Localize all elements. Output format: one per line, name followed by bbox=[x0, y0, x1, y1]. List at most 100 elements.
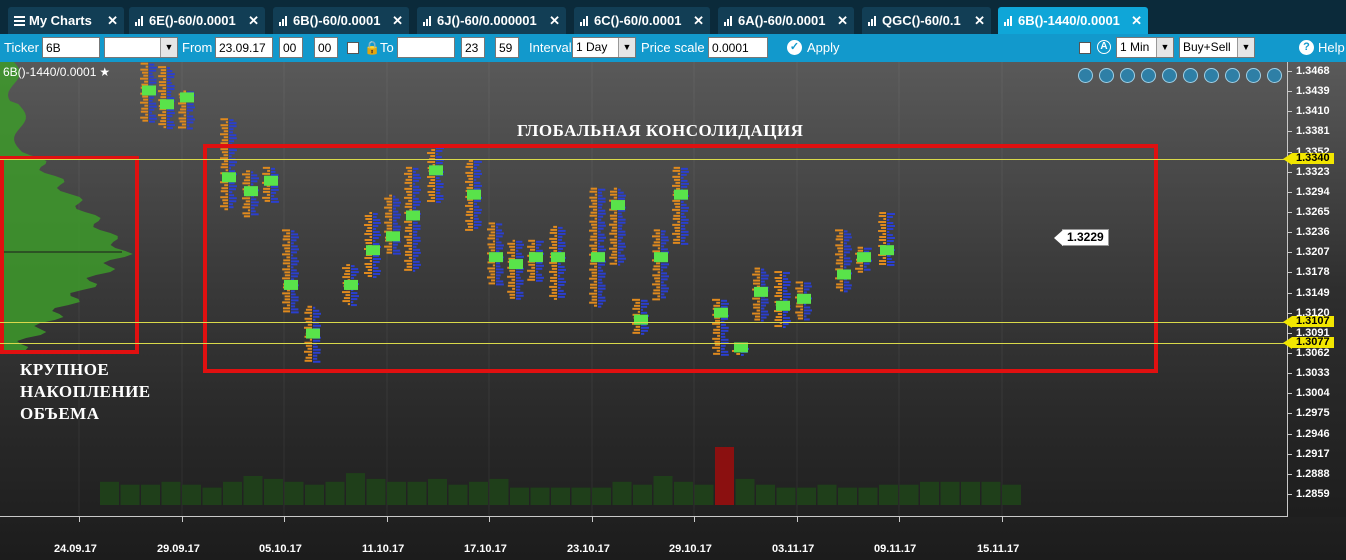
volume-bar bbox=[612, 481, 632, 505]
close-icon[interactable]: ✕ bbox=[693, 13, 704, 29]
bid-level bbox=[142, 119, 148, 122]
chevron-down-icon[interactable]: ▼ bbox=[160, 38, 177, 57]
close-icon[interactable]: ✕ bbox=[107, 13, 118, 29]
close-icon[interactable]: ✕ bbox=[392, 13, 403, 29]
timeframe-select[interactable]: 1 Min ▼ bbox=[1116, 37, 1174, 58]
volume-bar bbox=[120, 484, 140, 505]
close-icon[interactable]: ✕ bbox=[549, 13, 560, 29]
interval-select[interactable]: 1 Day ▼ bbox=[572, 37, 636, 58]
tab-my-charts[interactable]: My Charts ✕ bbox=[8, 7, 124, 34]
refresh-icon[interactable] bbox=[1183, 68, 1198, 83]
help-link[interactable]: Help bbox=[1318, 40, 1345, 55]
footprint-candle[interactable] bbox=[158, 66, 175, 130]
from-hour-input[interactable] bbox=[279, 37, 303, 58]
volume-bar bbox=[530, 487, 550, 505]
to-hour-input[interactable] bbox=[461, 37, 485, 58]
chevron-down-icon[interactable]: ▼ bbox=[1156, 38, 1173, 57]
tab-6j-60[interactable]: 6J()-60/0.000001 ✕ bbox=[417, 7, 566, 34]
apply-button[interactable]: Apply bbox=[807, 40, 840, 55]
settings-icon[interactable] bbox=[1204, 68, 1219, 83]
to-minute-input[interactable] bbox=[495, 37, 519, 58]
bid-level bbox=[181, 123, 186, 126]
price-tick-mark bbox=[1287, 71, 1292, 72]
bid-level bbox=[223, 136, 228, 139]
close-icon[interactable]: ✕ bbox=[974, 13, 985, 29]
bid-level bbox=[220, 124, 228, 127]
ask-level bbox=[187, 124, 190, 127]
volume-bar bbox=[735, 478, 755, 505]
price-scale-input[interactable] bbox=[708, 37, 768, 58]
ask-level bbox=[229, 122, 237, 125]
level-line-lower bbox=[0, 343, 1287, 344]
tab-label: My Charts bbox=[29, 13, 92, 28]
bid-level bbox=[162, 111, 166, 114]
price-tick-mark bbox=[1287, 413, 1292, 415]
chevron-down-icon[interactable] bbox=[1267, 68, 1282, 83]
draw-icon[interactable] bbox=[1162, 68, 1177, 83]
ask-level bbox=[229, 128, 234, 131]
tab-6c-60[interactable]: 6C()-60/0.0001 ✕ bbox=[574, 7, 710, 34]
volume-bar bbox=[407, 481, 427, 505]
check-icon[interactable]: ✓ bbox=[787, 40, 802, 55]
volume-bar bbox=[202, 487, 222, 505]
volume-bar bbox=[838, 487, 857, 505]
chart-area[interactable]: 6B()-1440/0.0001 ★ 1.3468 1.3439 1.3410 1.33… bbox=[0, 62, 1346, 560]
tab-6a-60[interactable]: 6A()-60/0.0001 ✕ bbox=[718, 7, 854, 34]
ask-level bbox=[167, 124, 175, 127]
tab-6b-1440[interactable]: 6B()-1440/0.0001 ✕ bbox=[998, 7, 1148, 34]
interval-label: Interval bbox=[529, 40, 572, 55]
bid-level bbox=[158, 66, 166, 69]
volume-bar bbox=[797, 487, 816, 505]
menu-icon bbox=[14, 14, 25, 28]
date-tick-mark bbox=[489, 517, 490, 522]
ask-level bbox=[167, 70, 173, 73]
bid-level bbox=[220, 118, 228, 121]
chevron-down-icon[interactable]: ▼ bbox=[1237, 38, 1254, 57]
to-date-input[interactable] bbox=[397, 37, 455, 58]
ticker-select[interactable]: ▼ bbox=[104, 37, 178, 58]
export-icon[interactable] bbox=[1225, 68, 1240, 83]
footprint-candle[interactable] bbox=[140, 62, 157, 123]
close-icon[interactable]: ✕ bbox=[1131, 13, 1142, 29]
star-icon[interactable]: ★ bbox=[99, 65, 110, 79]
zoom-fit-icon[interactable] bbox=[1078, 68, 1093, 83]
chevron-down-icon[interactable]: ▼ bbox=[618, 38, 635, 57]
auto-checkbox[interactable] bbox=[1079, 42, 1091, 54]
ask-level bbox=[149, 99, 153, 102]
ask-level bbox=[149, 72, 153, 75]
template-icon[interactable] bbox=[1246, 68, 1261, 83]
volume-bar bbox=[674, 481, 693, 505]
tab-qgc-60[interactable]: QGC()-60/0.1 ✕ bbox=[862, 7, 991, 34]
zoom-in-icon[interactable] bbox=[1099, 68, 1114, 83]
side-select[interactable]: Buy+Sell ▼ bbox=[1179, 37, 1255, 58]
ticker-input[interactable] bbox=[42, 37, 100, 58]
poc-block bbox=[142, 85, 156, 96]
zoom-out-icon[interactable] bbox=[1120, 68, 1135, 83]
auto-scale-icon[interactable]: A bbox=[1097, 40, 1111, 54]
chart-title-text: 6B()-1440/0.0001 bbox=[3, 65, 97, 79]
tab-6e-60[interactable]: 6E()-60/0.0001 ✕ bbox=[129, 7, 265, 34]
footprint-candle[interactable] bbox=[178, 90, 195, 130]
help-icon[interactable]: ? bbox=[1299, 40, 1314, 55]
bid-level bbox=[140, 101, 148, 104]
price-tick-label: 1.3381 bbox=[1296, 125, 1330, 138]
tab-label: 6J()-60/0.000001 bbox=[437, 13, 537, 28]
price-tick-mark bbox=[1287, 473, 1292, 475]
bid-level bbox=[145, 65, 148, 68]
price-tick-mark bbox=[1287, 332, 1292, 334]
ask-level bbox=[149, 105, 157, 108]
close-icon[interactable]: ✕ bbox=[837, 13, 848, 29]
price-tick-label: 1.3178 bbox=[1296, 266, 1330, 279]
price-tick-mark bbox=[1287, 353, 1292, 354]
from-date-input[interactable] bbox=[215, 37, 273, 58]
to-checkbox[interactable] bbox=[347, 42, 359, 54]
zoom-reset-icon[interactable] bbox=[1141, 68, 1156, 83]
close-icon[interactable]: ✕ bbox=[248, 13, 259, 29]
volume-bar bbox=[592, 487, 611, 505]
volume-bar bbox=[387, 481, 406, 505]
bid-level bbox=[183, 114, 186, 117]
from-minute-input[interactable] bbox=[314, 37, 338, 58]
volume-bar-spike bbox=[715, 447, 734, 505]
tab-6b-60[interactable]: 6B()-60/0.0001 ✕ bbox=[273, 7, 409, 34]
ask-level bbox=[187, 112, 190, 115]
